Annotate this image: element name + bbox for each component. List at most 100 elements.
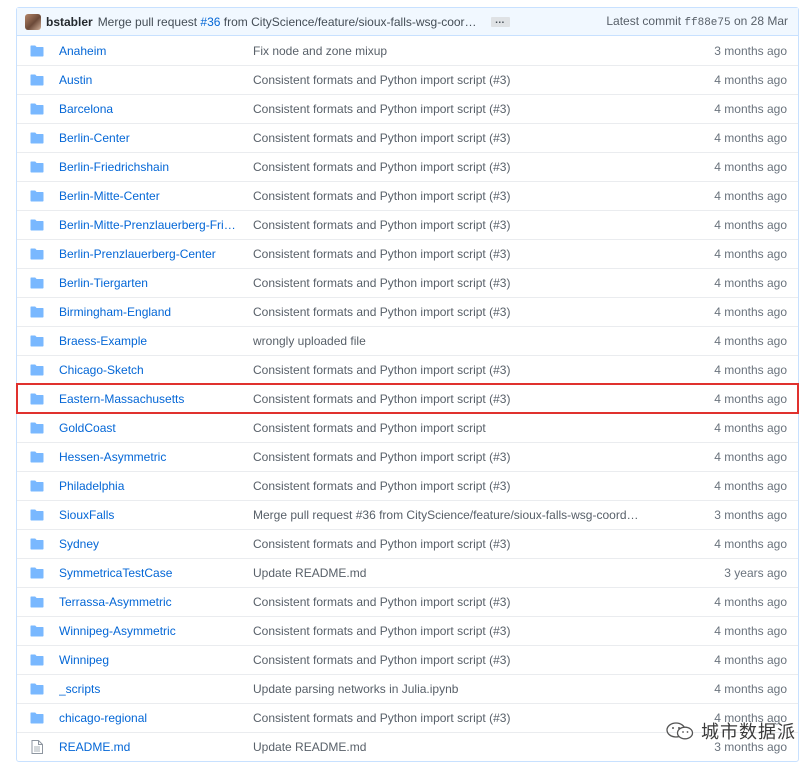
commit-age: 4 months ago [714, 73, 787, 87]
commit-message[interactable]: Merge pull request #36 from CityScience/… [98, 15, 483, 29]
commit-message-link[interactable]: Consistent formats and Python import scr… [253, 189, 648, 203]
file-row[interactable]: Braess-Example wrongly uploaded file 4 mon… [17, 326, 798, 355]
folder-link[interactable]: _scripts [59, 682, 241, 696]
file-row[interactable]: Birmingham-England Consistent formats and… [17, 297, 798, 326]
commit-message-link[interactable]: Consistent formats and Python import scr… [253, 479, 648, 493]
commit-age: 4 months ago [714, 189, 787, 203]
pr-link[interactable]: #36 [200, 15, 220, 29]
folder-link[interactable]: Berlin-Mitte-Prenzlauerberg-Frie… [59, 218, 241, 232]
folder-icon [29, 538, 45, 550]
folder-icon [29, 683, 45, 695]
file-list: Anaheim Fix node and zone mixup 3 months a… [16, 36, 799, 761]
file-row[interactable]: Berlin-Mitte-Prenzlauerberg-Frie… Consist… [17, 210, 798, 239]
folder-link[interactable]: Philadelphia [59, 479, 241, 493]
file-row[interactable]: Berlin-Tiergarten Consistent formats and … [17, 268, 798, 297]
commit-message-link[interactable]: Consistent formats and Python import scr… [253, 392, 648, 406]
folder-link[interactable]: Berlin-Center [59, 131, 241, 145]
commit-message-link[interactable]: Merge pull request #36 from CityScience/… [253, 508, 648, 522]
file-row[interactable]: SiouxFalls Merge pull request #36 from Ci… [17, 500, 798, 529]
folder-link[interactable]: Barcelona [59, 102, 241, 116]
folder-icon [29, 219, 45, 231]
folder-link[interactable]: Berlin-Friedrichshain [59, 160, 241, 174]
folder-link[interactable]: Braess-Example [59, 334, 241, 348]
file-link[interactable]: README.md [59, 740, 241, 754]
commit-message-link[interactable]: Consistent formats and Python import scr… [253, 363, 648, 377]
file-row[interactable]: Terrassa-Asymmetric Consistent formats an… [17, 587, 798, 616]
folder-link[interactable]: SiouxFalls [59, 508, 241, 522]
folder-icon [29, 567, 45, 579]
file-row[interactable]: Winnipeg Consistent formats and Python im… [17, 645, 798, 674]
file-row[interactable]: Berlin-Friedrichshain Consistent formats … [17, 152, 798, 181]
file-row[interactable]: Barcelona Consistent formats and Python i… [17, 94, 798, 123]
commit-message-link[interactable]: Consistent formats and Python import scr… [253, 450, 648, 464]
expand-commit-button[interactable]: … [490, 15, 510, 27]
file-row[interactable]: Berlin-Center Consistent formats and Pyth… [17, 123, 798, 152]
commit-age: 4 months ago [714, 624, 787, 638]
file-row[interactable]: Berlin-Mitte-Center Consistent formats an… [17, 181, 798, 210]
commit-age: 4 months ago [714, 334, 787, 348]
commit-age: 3 years ago [724, 566, 787, 580]
file-row-highlighted[interactable]: Eastern-Massachusetts Consistent formats … [16, 383, 799, 414]
file-row[interactable]: Winnipeg-Asymmetric Consistent formats an… [17, 616, 798, 645]
folder-link[interactable]: Berlin-Prenzlauerberg-Center [59, 247, 241, 261]
commit-message-link[interactable]: Consistent formats and Python import scr… [253, 595, 648, 609]
folder-link[interactable]: Austin [59, 73, 241, 87]
commit-message-link[interactable]: Update README.md [253, 740, 648, 754]
folder-link[interactable]: Berlin-Tiergarten [59, 276, 241, 290]
folder-icon [29, 364, 45, 376]
file-row[interactable]: Austin Consistent formats and Python impo… [17, 65, 798, 94]
commit-message-link[interactable]: wrongly uploaded file [253, 334, 648, 348]
commit-age: 4 months ago [714, 131, 787, 145]
latest-commit-label: Latest commit [606, 14, 685, 28]
commit-sha[interactable]: ff88e75 [684, 17, 730, 29]
commit-message-link[interactable]: Consistent formats and Python import scr… [253, 305, 648, 319]
latest-commit-info: Latest commit ff88e75 on 28 Mar [606, 14, 788, 29]
commit-message-link[interactable]: Consistent formats and Python import scr… [253, 624, 648, 638]
latest-commit-bar: bstabler Merge pull request #36 from Cit… [17, 8, 798, 36]
folder-link[interactable]: Winnipeg [59, 653, 241, 667]
folder-link[interactable]: SymmetricaTestCase [59, 566, 241, 580]
file-row[interactable]: SymmetricaTestCase Update README.md 3 year… [17, 558, 798, 587]
file-row[interactable]: Sydney Consistent formats and Python impo… [17, 529, 798, 558]
author-avatar[interactable] [25, 13, 41, 30]
commit-message-link[interactable]: Consistent formats and Python import scr… [253, 247, 648, 261]
commit-message-link[interactable]: Consistent formats and Python import scr… [253, 653, 648, 667]
commit-message-link[interactable]: Update README.md [253, 566, 648, 580]
commit-message-link[interactable]: Consistent formats and Python import scr… [253, 537, 648, 551]
file-row[interactable]: Chicago-Sketch Consistent formats and Pyt… [17, 355, 798, 384]
folder-link[interactable]: Winnipeg-Asymmetric [59, 624, 241, 638]
commit-message-link[interactable]: Consistent formats and Python import scr… [253, 276, 648, 290]
commit-message-link[interactable]: Consistent formats and Python import scr… [253, 421, 648, 435]
commit-message-link[interactable]: Consistent formats and Python import scr… [253, 711, 648, 725]
folder-link[interactable]: Sydney [59, 537, 241, 551]
file-row[interactable]: Hessen-Asymmetric Consistent formats and … [17, 442, 798, 471]
folder-link[interactable]: Eastern-Massachusetts [59, 392, 241, 406]
folder-link[interactable]: Anaheim [59, 44, 241, 58]
commit-age: 4 months ago [714, 421, 787, 435]
commit-message-link[interactable]: Fix node and zone mixup [253, 44, 648, 58]
commit-message-link[interactable]: Update parsing networks in Julia.ipynb [253, 682, 648, 696]
folder-link[interactable]: Chicago-Sketch [59, 363, 241, 377]
file-row[interactable]: Philadelphia Consistent formats and Pytho… [17, 471, 798, 500]
folder-icon [29, 451, 45, 463]
folder-link[interactable]: Birmingham-England [59, 305, 241, 319]
folder-icon [29, 248, 45, 260]
file-row[interactable]: Anaheim Fix node and zone mixup 3 months a… [17, 36, 798, 65]
commit-message-link[interactable]: Consistent formats and Python import scr… [253, 73, 648, 87]
folder-icon [29, 625, 45, 637]
file-row[interactable]: Berlin-Prenzlauerberg-Center Consistent f… [17, 239, 798, 268]
file-row[interactable]: _scripts Update parsing networks in Julia… [17, 674, 798, 703]
commit-author[interactable]: bstabler [46, 15, 93, 29]
folder-link[interactable]: Hessen-Asymmetric [59, 450, 241, 464]
commit-age: 4 months ago [714, 595, 787, 609]
folder-link[interactable]: Berlin-Mitte-Center [59, 189, 241, 203]
folder-link[interactable]: Terrassa-Asymmetric [59, 595, 241, 609]
commit-message-link[interactable]: Consistent formats and Python import scr… [253, 102, 648, 116]
commit-message-link[interactable]: Consistent formats and Python import scr… [253, 218, 648, 232]
folder-icon [29, 509, 45, 521]
commit-message-link[interactable]: Consistent formats and Python import scr… [253, 160, 648, 174]
folder-link[interactable]: GoldCoast [59, 421, 241, 435]
commit-message-link[interactable]: Consistent formats and Python import scr… [253, 131, 648, 145]
folder-link[interactable]: chicago-regional [59, 711, 241, 725]
file-row[interactable]: GoldCoast Consistent formats and Python i… [17, 413, 798, 442]
